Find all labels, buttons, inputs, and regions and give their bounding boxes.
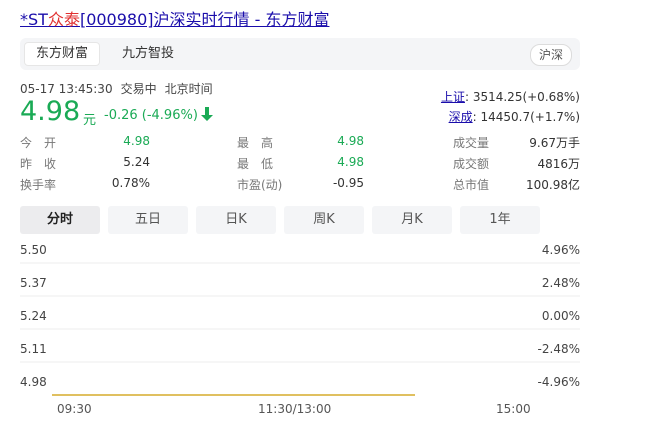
x-tick-label: 11:30/13:00 bbox=[258, 402, 332, 416]
y-right-tick-label: 2.48% bbox=[541, 276, 580, 290]
intraday-chart[interactable] bbox=[0, 0, 650, 425]
y-tick-label: 5.37 bbox=[20, 276, 47, 290]
y-tick-label: 5.24 bbox=[20, 309, 47, 323]
y-right-tick-label: 4.96% bbox=[541, 243, 580, 257]
x-tick-label: 15:00 bbox=[496, 402, 531, 416]
y-tick-label: 5.50 bbox=[20, 243, 47, 257]
x-tick-label: 09:30 bbox=[57, 402, 92, 416]
y-right-tick-label: 0.00% bbox=[541, 309, 580, 323]
y-tick-label: 4.98 bbox=[20, 375, 47, 389]
y-right-tick-label: -4.96% bbox=[537, 375, 580, 389]
y-tick-label: 5.11 bbox=[20, 342, 47, 356]
y-right-tick-label: -2.48% bbox=[537, 342, 580, 356]
